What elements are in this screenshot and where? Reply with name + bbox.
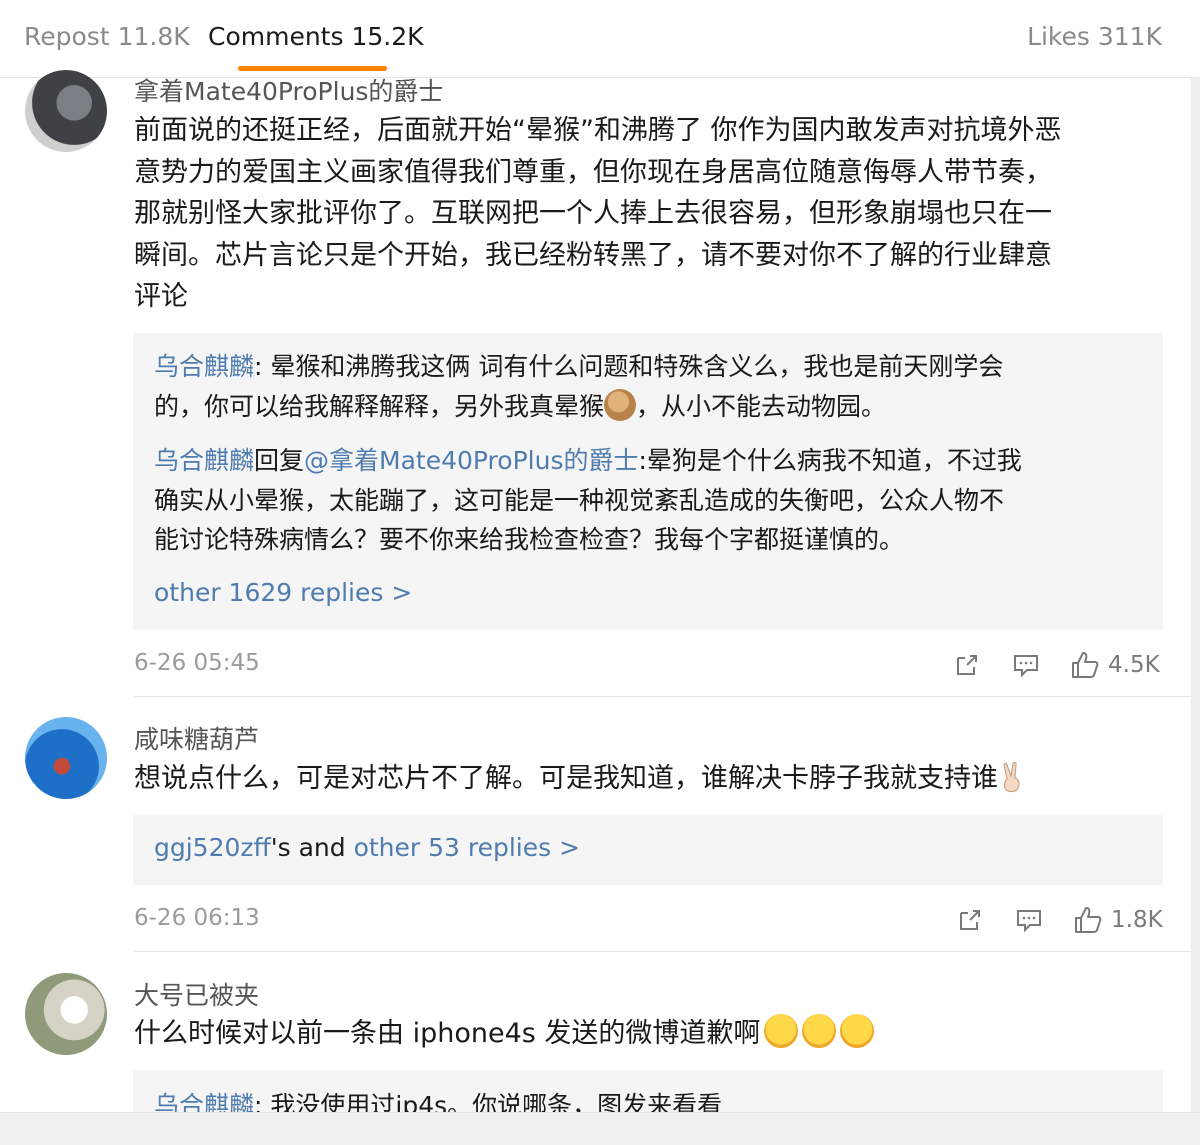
like-count: 1.8K [1111, 907, 1163, 933]
like-count: 4.5K [1108, 652, 1160, 678]
share-button[interactable] [954, 648, 980, 682]
reply-line: 的，你可以给我解释解释，另外我真晕猴 ，从小不能去动物园。 [154, 387, 1144, 427]
comment-text-content: 想说点什么，可是对芯片不了解。可是我知道，谁解决卡脖子我就支持谁 [134, 763, 998, 794]
comment-line: 那就别怪大家批评你了。互联网把一个人捧上去很容易，但形象崩塌也只在一 [134, 198, 1052, 229]
reply-box: ggj520zff's and other 53 replies > [133, 815, 1163, 885]
avatar[interactable] [25, 973, 107, 1055]
divider [134, 951, 1192, 952]
reply-line: 乌合麒麟回复@拿着Mate40ProPlus的爵士:晕狗是个什么病我不知道，不过… [154, 441, 1144, 481]
comment-icon [1014, 655, 1038, 678]
comment-icon [1017, 910, 1041, 933]
victory-hand-emoji-icon [998, 761, 1028, 793]
reply-button[interactable] [1015, 903, 1043, 937]
reply-item: 乌合麒麟: 晕猴和沸腾我这俩 词有什么问题和特殊含义么，我也是前天刚学会 的，你… [154, 347, 1144, 426]
like-button[interactable]: 1.8K [1073, 903, 1163, 937]
drooling-face-emoji-icon [764, 1014, 799, 1048]
drooling-face-emoji-icon [802, 1014, 837, 1048]
reply-line: 能讨论特殊病情么？要不你来给我检查检查？我每个字都挺谨慎的。 [154, 525, 905, 554]
comment-text-content: 什么时候对以前一条由 iphone4s 发送的微博道歉啊 [134, 1018, 761, 1049]
reply-word: 回复 [254, 446, 305, 475]
reply-text: 的，你可以给我解释解释，另外我真晕猴 [154, 391, 605, 421]
more-replies-link[interactable]: ggj520zff's and other 53 replies > [154, 833, 580, 862]
reply-separator: : [254, 352, 271, 381]
avatar[interactable] [25, 717, 107, 799]
tab-repost[interactable]: Repost 11.8K [24, 22, 190, 51]
reply-button[interactable] [1012, 648, 1040, 682]
share-icon [960, 910, 980, 930]
reply-box: 乌合麒麟: 晕猴和沸腾我这俩 词有什么问题和特殊含义么，我也是前天刚学会 的，你… [133, 333, 1163, 630]
comment-line: 评论 [134, 281, 188, 312]
divider [134, 696, 1192, 697]
share-icon [957, 655, 977, 675]
comment-text: 前面说的还挺正经，后面就开始“晕猴”和沸腾了 你作为国内敢发声对抗境外恶 意势力… [134, 110, 1164, 318]
comment-meta: 6-26 06:13 1.8K [0, 901, 1190, 941]
comment-text: 想说点什么，可是对芯片不了解。可是我知道，谁解决卡脖子我就支持谁 [134, 758, 1164, 800]
comment-username[interactable]: 拿着Mate40ProPlus的爵士 [134, 72, 443, 108]
reply-author[interactable]: 乌合麒麟 [154, 446, 254, 475]
comment-line: 前面说的还挺正经，后面就开始“晕猴”和沸腾了 你作为国内敢发声对抗境外恶 [134, 115, 1062, 146]
comment-timestamp: 6-26 05:45 [134, 650, 260, 676]
thumbs-up-icon [1072, 652, 1099, 678]
comment-meta: 6-26 05:45 4.5K [0, 646, 1190, 686]
comment-username[interactable]: 大号已被夹 [134, 976, 259, 1012]
reply-author[interactable]: 乌合麒麟 [154, 352, 254, 381]
drooling-face-emoji-icon [840, 1014, 875, 1048]
comment-line: 意势力的爱国主义画家值得我们尊重，但你现在身居高位随意侮辱人带节奏， [134, 156, 1052, 188]
tab-likes[interactable]: Likes 311K [1027, 22, 1162, 51]
like-button[interactable]: 4.5K [1070, 648, 1160, 682]
reply-mention[interactable]: @拿着Mate40ProPlus的爵士 [304, 446, 638, 475]
more-replies-count[interactable]: other 53 replies > [354, 833, 580, 862]
monkey-emoji-icon [604, 388, 637, 421]
reply-text: :晕狗是个什么病我不知道，不过我 [638, 446, 1022, 475]
active-tab-indicator [238, 66, 387, 71]
scrollbar[interactable] [1191, 78, 1200, 1112]
reply-line: 确实从小晕猴，太能蹦了，这可能是一种视觉紊乱造成的失衡吧，公众人物不 [154, 485, 1005, 515]
more-replies-link[interactable]: other 1629 replies > [154, 578, 412, 607]
thumbs-up-icon [1075, 907, 1102, 933]
comment-text: 什么时候对以前一条由 iphone4s 发送的微博道歉啊 [134, 1013, 1164, 1055]
reply-author[interactable]: 乌合麒麟 [154, 1091, 254, 1112]
reply-text: 晕猴和沸腾我这俩 词有什么问题和特殊含义么，我也是前天刚学会 [270, 352, 1004, 381]
reply-author[interactable]: ggj520zff [154, 833, 271, 862]
reply-text: ，从小不能去动物园。 [636, 391, 887, 421]
comment-tabs: Repost 11.8K Comments 15.2K Likes 311K [0, 0, 1200, 78]
reply-text: : 我没使用过ip4s。你说哪条，图发来看看 [254, 1091, 723, 1112]
share-button[interactable] [957, 903, 983, 937]
tab-comments[interactable]: Comments 15.2K [208, 22, 424, 51]
reply-item: 乌合麒麟回复@拿着Mate40ProPlus的爵士:晕狗是个什么病我不知道，不过… [154, 441, 1144, 560]
more-replies-joiner: 's and [270, 833, 354, 862]
comment-timestamp: 6-26 06:13 [134, 905, 260, 931]
comment-line: 瞬间。芯片言论只是个开始，我已经粉转黑了，请不要对你不了解的行业肆意 [134, 239, 1052, 271]
reply-item: 乌合麒麟: 我没使用过ip4s。你说哪条，图发来看看 [154, 1086, 1144, 1112]
bottom-bar [0, 1112, 1200, 1145]
comment-username[interactable]: 咸味糖葫芦 [134, 720, 259, 756]
avatar[interactable] [25, 70, 107, 152]
reply-line: 乌合麒麟: 晕猴和沸腾我这俩 词有什么问题和特殊含义么，我也是前天刚学会 [154, 347, 1144, 387]
reply-box: 乌合麒麟: 我没使用过ip4s。你说哪条，图发来看看 [133, 1070, 1163, 1112]
